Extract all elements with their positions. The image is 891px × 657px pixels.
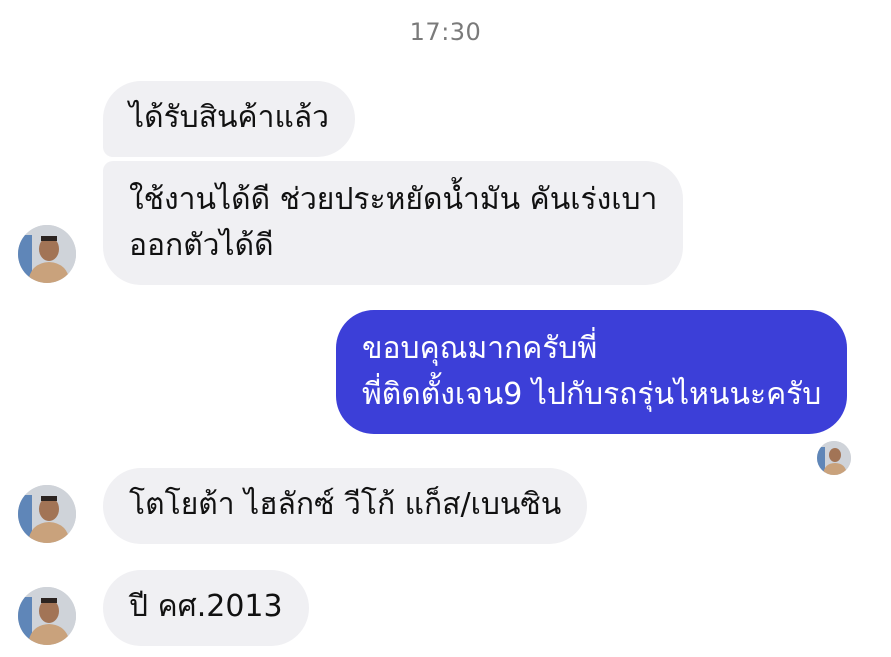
message-text: ได้รับสินค้าแล้ว — [129, 100, 330, 135]
incoming-message-bubble[interactable]: ปี คศ.2013 — [103, 570, 309, 646]
read-receipt-avatar — [817, 441, 851, 475]
message-text: พี่ติดตั้งเจน9 ไปกับรถรุ่นไหนนะครับ — [362, 377, 822, 412]
message-timestamp: 17:30 — [409, 18, 482, 46]
incoming-message-bubble[interactable]: ใช้งานได้ดี ช่วยประหยัดน้ำมัน คันเร่งเบา… — [103, 161, 684, 285]
incoming-message-bubble[interactable]: โตโยต้า ไฮลักซ์ วีโก้ แก็ส/เบนซิน — [103, 468, 588, 544]
message-text: ขอบคุณมากครับพี่ — [362, 331, 598, 366]
person-photo-icon — [18, 485, 76, 543]
contact-avatar[interactable] — [18, 485, 76, 543]
person-photo-icon — [18, 225, 76, 283]
incoming-message-bubble[interactable]: ได้รับสินค้าแล้ว — [103, 81, 356, 157]
message-text: ออกตัวได้ดี — [129, 228, 274, 263]
message-text: โตโยต้า ไฮลักซ์ วีโก้ แก็ส/เบนซิน — [129, 487, 562, 522]
contact-avatar[interactable] — [18, 587, 76, 645]
outgoing-message-bubble[interactable]: ขอบคุณมากครับพี่ พี่ติดตั้งเจน9 ไปกับรถร… — [336, 310, 848, 434]
chat-thread: 17:30 ได้รับสินค้าแล้ว ใช้งานได้ดี ช่วยป… — [0, 0, 891, 657]
message-text: ปี คศ.2013 — [129, 589, 283, 624]
contact-avatar[interactable] — [18, 225, 76, 283]
read-receipt-icon — [817, 441, 851, 475]
person-photo-icon — [18, 587, 76, 645]
message-text: ใช้งานได้ดี ช่วยประหยัดน้ำมัน คันเร่งเบา — [129, 182, 658, 217]
